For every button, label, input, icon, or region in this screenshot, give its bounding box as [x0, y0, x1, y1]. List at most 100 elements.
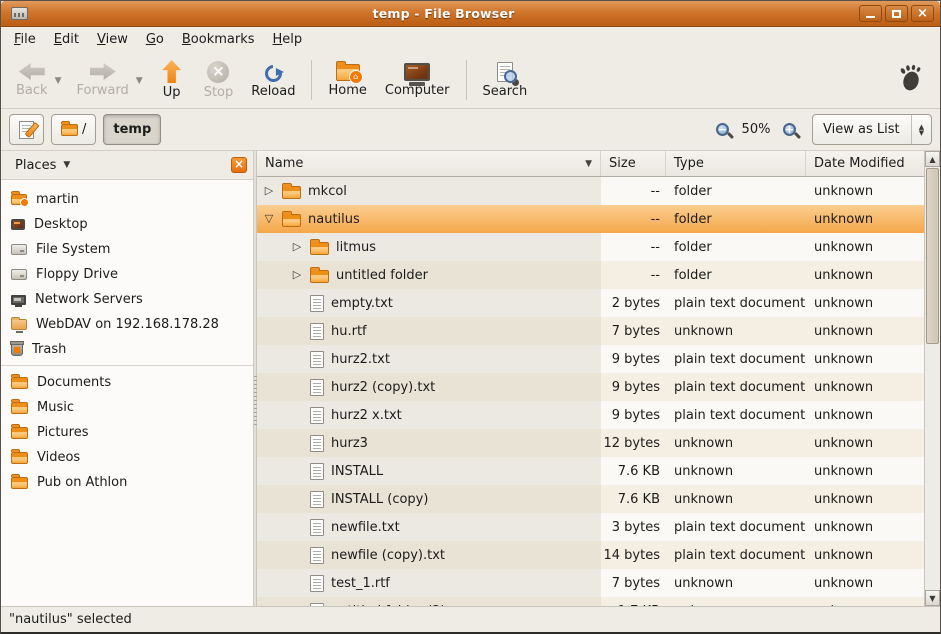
drive-icon [11, 269, 27, 280]
text-file-icon [310, 351, 324, 368]
path-current-button[interactable]: temp [103, 114, 161, 145]
maximize-button[interactable] [885, 5, 908, 22]
file-row-test-1-rtf[interactable]: test_1.rtf7 bytesunknownunknown [257, 569, 924, 597]
file-row-install[interactable]: INSTALL7.6 KBunknownunknown [257, 457, 924, 485]
sidebar-item-floppy-drive[interactable]: Floppy Drive [1, 262, 253, 287]
list-header: Name▼SizeTypeDate Modified [257, 151, 924, 177]
file-row-empty-txt[interactable]: empty.txt2 bytesplain text documentunkno… [257, 289, 924, 317]
expander-icon[interactable]: ▷ [291, 269, 303, 281]
column-header-date-modified[interactable]: Date Modified [806, 151, 924, 176]
menu-go[interactable]: Go [137, 30, 173, 49]
menu-view[interactable]: View [88, 30, 137, 49]
sidebar-item-documents[interactable]: Documents [1, 370, 253, 395]
file-name: hurz2 (copy).txt [331, 380, 435, 395]
file-row-newfile-copy-txt[interactable]: newfile (copy).txt14 bytesplain text doc… [257, 541, 924, 569]
column-header-size[interactable]: Size [601, 151, 666, 176]
type-cell: plain text document [666, 401, 806, 429]
window-title: temp - File Browser [28, 6, 859, 21]
sidebar-item-desktop[interactable]: Desktop [1, 212, 253, 237]
name-cell: test_1.rtf [257, 569, 601, 597]
column-header-name[interactable]: Name▼ [257, 151, 601, 176]
file-row-hurz2-copy-txt[interactable]: hurz2 (copy).txt9 bytesplain text docume… [257, 373, 924, 401]
size-cell: -- [601, 261, 666, 289]
menu-bookmarks[interactable]: Bookmarks [173, 30, 264, 49]
zoom-in-button[interactable] [783, 123, 796, 136]
view-mode-stepper-icon[interactable]: ▲▼ [911, 115, 931, 144]
toolbar-button-stop[interactable]: Stop [195, 57, 243, 103]
type-cell: folder [666, 261, 806, 289]
back-dropdown-arrow[interactable]: ▼ [55, 74, 62, 86]
file-row-untitled-folder[interactable]: ▷untitled folder--folderunknown [257, 261, 924, 289]
name-cell: empty.txt [257, 289, 601, 317]
text-file-icon [310, 519, 324, 536]
sidebar-item-trash[interactable]: Trash [1, 337, 253, 362]
text-file-icon [310, 435, 324, 452]
file-row-untitled-folder-2[interactable]: untitled folder (2)1.7 KBunknownunknown [257, 597, 924, 606]
sidebar-item-file-system[interactable]: File System [1, 237, 253, 262]
toolbar-button-computer[interactable]: Computer [376, 58, 459, 101]
scroll-up-button[interactable]: ▲ [925, 151, 940, 167]
sidebar-close-button[interactable]: × [231, 157, 247, 173]
scrollbar-thumb[interactable] [926, 168, 939, 344]
toolbar-button-back[interactable]: Back [7, 58, 57, 101]
size-cell: 7 bytes [601, 317, 666, 345]
edit-location-button[interactable] [9, 114, 44, 145]
toolbar-button-reload[interactable]: Reload [242, 58, 304, 102]
places-selector[interactable]: Places ▼ [7, 155, 78, 176]
sidebar-item-videos[interactable]: Videos [1, 445, 253, 470]
close-button[interactable]: × [911, 5, 934, 22]
toolbar-button-up[interactable]: Up [149, 56, 195, 103]
type-cell: plain text document [666, 541, 806, 569]
expander-icon[interactable]: ▽ [263, 213, 275, 225]
zoom-out-button[interactable] [716, 123, 729, 136]
scroll-down-button[interactable]: ▼ [925, 590, 940, 606]
text-file-icon [310, 463, 324, 480]
sidebar-item-pub-on-athlon[interactable]: Pub on Athlon [1, 470, 253, 495]
file-row-newfile-txt[interactable]: newfile.txt3 bytesplain text documentunk… [257, 513, 924, 541]
file-name: newfile.txt [331, 520, 400, 535]
sidebar-item-network-servers[interactable]: Network Servers [1, 287, 253, 312]
toolbar-label-stop: Stop [204, 85, 234, 100]
sidebar-item-martin[interactable]: martin [1, 187, 253, 212]
folder-icon [11, 402, 28, 414]
menu-edit[interactable]: Edit [45, 30, 88, 49]
toolbar-button-forward[interactable]: Forward [67, 58, 137, 101]
menu-help[interactable]: Help [264, 30, 312, 49]
places-label: Places [15, 158, 56, 173]
menu-file[interactable]: File [5, 30, 45, 49]
file-name: mkcol [308, 184, 347, 199]
menubar: FileEditViewGoBookmarksHelp [1, 27, 940, 51]
name-cell: newfile (copy).txt [257, 541, 601, 569]
titlebar[interactable]: temp - File Browser × [1, 1, 940, 27]
file-row-hurz3[interactable]: hurz312 bytesunknownunknown [257, 429, 924, 457]
home-folder-small-icon [11, 194, 27, 205]
view-mode-select[interactable]: View as List ▲▼ [812, 114, 932, 145]
expander-icon[interactable]: ▷ [263, 185, 275, 197]
sidebar-item-music[interactable]: Music [1, 395, 253, 420]
sidebar-item-pictures[interactable]: Pictures [1, 420, 253, 445]
column-header-type[interactable]: Type [666, 151, 806, 176]
pane-resize-handle[interactable] [254, 151, 257, 606]
toolbar-button-search[interactable]: Search [474, 57, 537, 102]
forward-dropdown-arrow[interactable]: ▼ [136, 74, 143, 86]
file-row-hu-rtf[interactable]: hu.rtf7 bytesunknownunknown [257, 317, 924, 345]
name-cell: INSTALL (copy) [257, 485, 601, 513]
type-cell: unknown [666, 429, 806, 457]
status-text: "nautilus" selected [9, 612, 132, 627]
vertical-scrollbar[interactable]: ▲ ▼ [924, 151, 940, 606]
toolbar-button-home[interactable]: Home [319, 59, 375, 101]
expander-icon[interactable]: ▷ [291, 241, 303, 253]
sidebar-item-webdav-on-192-168-178-28[interactable]: WebDAV on 192.168.178.28 [1, 312, 253, 337]
minimize-button[interactable] [859, 5, 882, 22]
file-row-mkcol[interactable]: ▷mkcol--folderunknown [257, 177, 924, 205]
date-modified-cell: unknown [806, 569, 924, 597]
folder-icon [11, 377, 28, 389]
file-row-hurz2-x-txt[interactable]: hurz2 x.txt9 bytesplain text documentunk… [257, 401, 924, 429]
file-row-nautilus[interactable]: ▽nautilus--folderunknown [257, 205, 924, 233]
computer-icon [404, 63, 430, 81]
network-icon [11, 295, 26, 305]
file-row-litmus[interactable]: ▷litmus--folderunknown [257, 233, 924, 261]
file-row-hurz2-txt[interactable]: hurz2.txt9 bytesplain text documentunkno… [257, 345, 924, 373]
file-row-install-copy[interactable]: INSTALL (copy)7.6 KBunknownunknown [257, 485, 924, 513]
path-root-button[interactable]: / [51, 114, 96, 145]
